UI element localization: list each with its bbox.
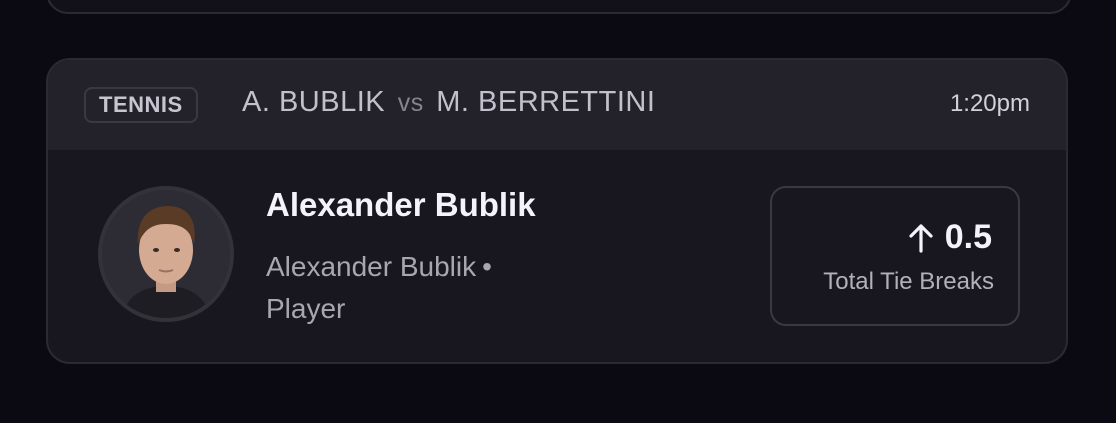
player-a-name: A. BUBLIK (242, 86, 386, 118)
matchup: A. BUBLIK vs M. BERRETTINI (242, 86, 655, 119)
prop-line-button[interactable]: 0.5 Total Tie Breaks (770, 186, 1020, 326)
arrow-up-icon (909, 223, 933, 253)
match-time: 1:20pm (949, 90, 1030, 117)
prop-line-value: 0.5 (944, 218, 992, 256)
player-photo-icon (102, 190, 230, 318)
player-position: Player (266, 293, 346, 324)
prop-line: 0.5 (909, 218, 992, 257)
pick-card: TENNIS A. BUBLIK vs M. BERRETTINI 1:20pm… (46, 58, 1068, 364)
sport-badge: TENNIS (84, 87, 198, 123)
vs-label: vs (397, 89, 424, 117)
separator-dot: • (482, 251, 492, 282)
player-b-name: M. BERRETTINI (436, 86, 656, 118)
pick-body: Alexander Bublik Alexander Bublik • Playe… (48, 150, 1066, 362)
previous-pick-card (46, 0, 1072, 14)
match-header: TENNIS A. BUBLIK vs M. BERRETTINI 1:20pm (48, 60, 1066, 150)
player-team: Alexander Bublik (266, 251, 477, 282)
player-name: Alexander Bublik (266, 186, 536, 223)
prop-stat-label: Total Tie Breaks (823, 268, 994, 295)
player-details: Alexander Bublik • Player (266, 246, 586, 330)
player-avatar (98, 186, 234, 322)
